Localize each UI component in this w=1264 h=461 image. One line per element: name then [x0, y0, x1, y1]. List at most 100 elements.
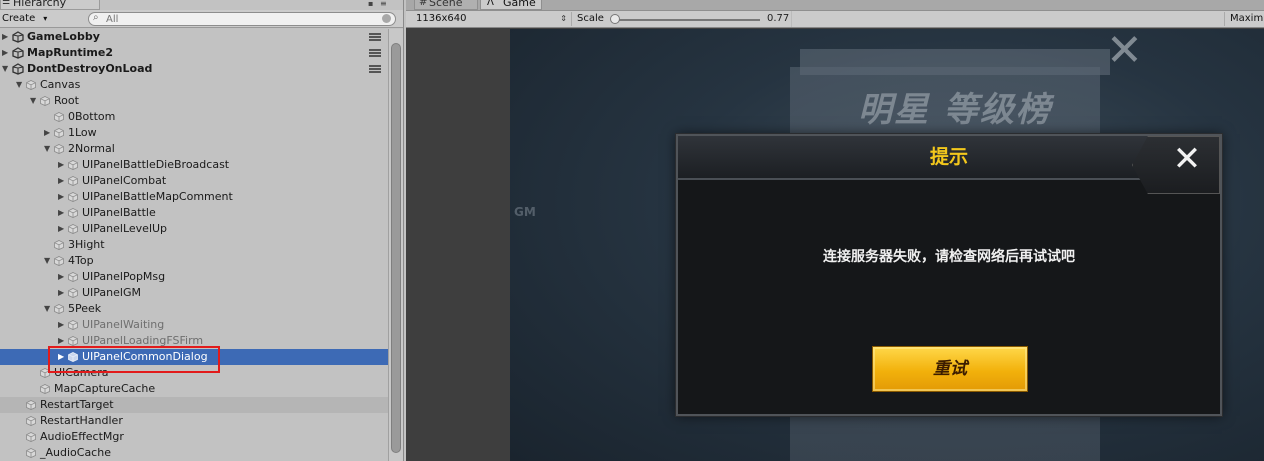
expand-arrow-right-icon[interactable]: ▶	[58, 333, 68, 349]
expand-arrow-right-icon[interactable]: ▶	[58, 157, 68, 173]
hierarchy-row[interactable]: ▶ UIPanelCombat	[0, 173, 388, 189]
hierarchy-row[interactable]: RestartHandler	[0, 413, 388, 429]
hierarchy-row[interactable]: ▶ UIPanelGM	[0, 285, 388, 301]
hierarchy-row-label: UIPanelGM	[82, 286, 141, 299]
hierarchy-row-label: UICamera	[54, 366, 109, 379]
tab-hierarchy-label: Hierarchy	[13, 0, 67, 9]
unity-logo-icon	[12, 63, 24, 75]
hierarchy-row-label: 0Bottom	[68, 110, 116, 123]
scale-slider-thumb[interactable]	[610, 14, 620, 24]
hierarchy-row-label: RestartTarget	[40, 398, 114, 411]
background-gm-label: GM	[514, 205, 536, 219]
expand-arrow-down-icon[interactable]: ▼	[2, 61, 12, 77]
panel-lock-icon[interactable]: ▪	[368, 0, 373, 8]
cube-icon	[54, 240, 64, 250]
cube-icon	[26, 80, 36, 90]
tab-game[interactable]: ᐱ Game	[480, 0, 542, 10]
hierarchy-row-label: Root	[54, 94, 79, 107]
expand-arrow-down-icon[interactable]: ▼	[44, 141, 54, 157]
expand-arrow-right-icon[interactable]: ▶	[2, 29, 12, 45]
hierarchy-panel: ☰ Hierarchy ▪ ≡ Create ▾ ⌕ ▶ GameLobby ▶ Ma…	[0, 0, 404, 461]
hierarchy-row[interactable]: ▶ 1Low	[0, 125, 388, 141]
hierarchy-row-label: 2Normal	[68, 142, 115, 155]
close-icon[interactable]: ✕	[1170, 142, 1204, 176]
hierarchy-row[interactable]: UICamera	[0, 365, 388, 381]
expand-arrow-down-icon[interactable]: ▼	[44, 301, 54, 317]
chevron-updown-icon: ⇕	[560, 14, 567, 23]
create-label: Create	[2, 13, 36, 24]
expand-arrow-down-icon[interactable]: ▼	[30, 93, 40, 109]
hierarchy-scene-row[interactable]: ▶ MapRuntime2	[0, 45, 388, 61]
hierarchy-row[interactable]: ▶ UIPanelPopMsg	[0, 269, 388, 285]
tab-scene-label: Scene	[429, 0, 463, 9]
hierarchy-scene-row[interactable]: ▶ GameLobby	[0, 29, 388, 45]
hierarchy-scrollbar[interactable]	[388, 29, 403, 461]
hierarchy-row-label: GameLobby	[27, 30, 100, 43]
hierarchy-row[interactable]: ▶ UIPanelCommonDialog	[0, 349, 388, 365]
hierarchy-row[interactable]: AudioEffectMgr	[0, 429, 388, 445]
create-dropdown[interactable]: Create ▾	[2, 12, 47, 26]
expand-arrow-right-icon[interactable]: ▶	[58, 173, 68, 189]
resolution-dropdown[interactable]: 1136x640 ⇕	[410, 12, 572, 26]
expand-arrow-right-icon[interactable]: ▶	[2, 45, 12, 61]
maximize-on-play-button[interactable]: Maxim	[1224, 12, 1264, 26]
hierarchy-row[interactable]: ▶ UIPanelBattle	[0, 205, 388, 221]
hierarchy-row[interactable]: ▶ UIPanelBattleMapComment	[0, 189, 388, 205]
hierarchy-row[interactable]: ▼ 4Top	[0, 253, 388, 269]
retry-button[interactable]: 重试	[872, 346, 1028, 392]
cube-icon	[40, 96, 50, 106]
scale-slider-track[interactable]	[614, 19, 760, 21]
expand-arrow-right-icon[interactable]: ▶	[58, 349, 68, 365]
toolbar-divider	[791, 11, 792, 27]
hierarchy-row-label: MapCaptureCache	[54, 382, 156, 395]
expand-arrow-down-icon[interactable]: ▼	[44, 253, 54, 269]
context-menu-icon[interactable]	[369, 65, 381, 73]
context-menu-icon[interactable]	[369, 33, 381, 41]
expand-arrow-right-icon[interactable]: ▶	[58, 189, 68, 205]
expand-arrow-right-icon[interactable]: ▶	[58, 269, 68, 285]
cube-icon	[54, 304, 64, 314]
cube-icon	[68, 208, 78, 218]
hierarchy-row[interactable]: ▶ UIPanelWaiting	[0, 317, 388, 333]
hierarchy-row[interactable]: ▼ Root	[0, 93, 388, 109]
hierarchy-row[interactable]: 0Bottom	[0, 109, 388, 125]
hierarchy-row[interactable]: ▼ Canvas	[0, 77, 388, 93]
search-input[interactable]	[106, 13, 366, 25]
hierarchy-scene-row[interactable]: ▼ DontDestroyOnLoad	[0, 61, 388, 77]
cube-icon	[68, 336, 78, 346]
hierarchy-row[interactable]: ▼ 2Normal	[0, 141, 388, 157]
scrollbar-thumb[interactable]	[391, 43, 401, 453]
unity-logo-icon	[12, 31, 24, 43]
hierarchy-row[interactable]: ▼ 5Peek	[0, 301, 388, 317]
search-field[interactable]: ⌕	[88, 12, 396, 26]
hierarchy-row-label: UIPanelWaiting	[82, 318, 165, 331]
tab-scene[interactable]: # Scene	[414, 0, 478, 10]
hierarchy-row[interactable]: ▶ UIPanelLoadingFSFirm	[0, 333, 388, 349]
cube-icon	[54, 128, 64, 138]
tab-hierarchy[interactable]: ☰ Hierarchy	[0, 0, 100, 10]
expand-arrow-right-icon[interactable]: ▶	[58, 285, 68, 301]
panel-menu-icon[interactable]: ≡	[380, 0, 387, 8]
expand-arrow-down-icon[interactable]: ▼	[16, 77, 26, 93]
cube-icon	[68, 352, 78, 362]
clear-search-icon[interactable]	[382, 14, 391, 23]
hierarchy-row[interactable]: RestartTarget	[0, 397, 388, 413]
cube-icon	[54, 256, 64, 266]
hierarchy-row[interactable]: ▶ UIPanelLevelUp	[0, 221, 388, 237]
background-title: 明星 等级榜	[858, 90, 1052, 130]
hierarchy-row[interactable]: 3Hight	[0, 237, 388, 253]
hierarchy-row-label: UIPanelBattleDieBroadcast	[82, 158, 230, 171]
context-menu-icon[interactable]	[369, 49, 381, 57]
expand-arrow-right-icon[interactable]: ▶	[58, 205, 68, 221]
hierarchy-row[interactable]: _AudioCache	[0, 445, 388, 461]
cube-icon	[26, 432, 36, 442]
expand-arrow-right-icon[interactable]: ▶	[58, 317, 68, 333]
hierarchy-row-label: Canvas	[40, 78, 81, 91]
hierarchy-row-label: UIPanelLoadingFSFirm	[82, 334, 204, 347]
expand-arrow-right-icon[interactable]: ▶	[58, 221, 68, 237]
hierarchy-row[interactable]: MapCaptureCache	[0, 381, 388, 397]
game-view-panel: # Scene ᐱ Game 1136x640 ⇕ Scale 0.77 Max…	[406, 0, 1264, 461]
hierarchy-row[interactable]: ▶ UIPanelBattleDieBroadcast	[0, 157, 388, 173]
search-icon[interactable]: ⌕	[93, 12, 99, 23]
expand-arrow-right-icon[interactable]: ▶	[44, 125, 54, 141]
